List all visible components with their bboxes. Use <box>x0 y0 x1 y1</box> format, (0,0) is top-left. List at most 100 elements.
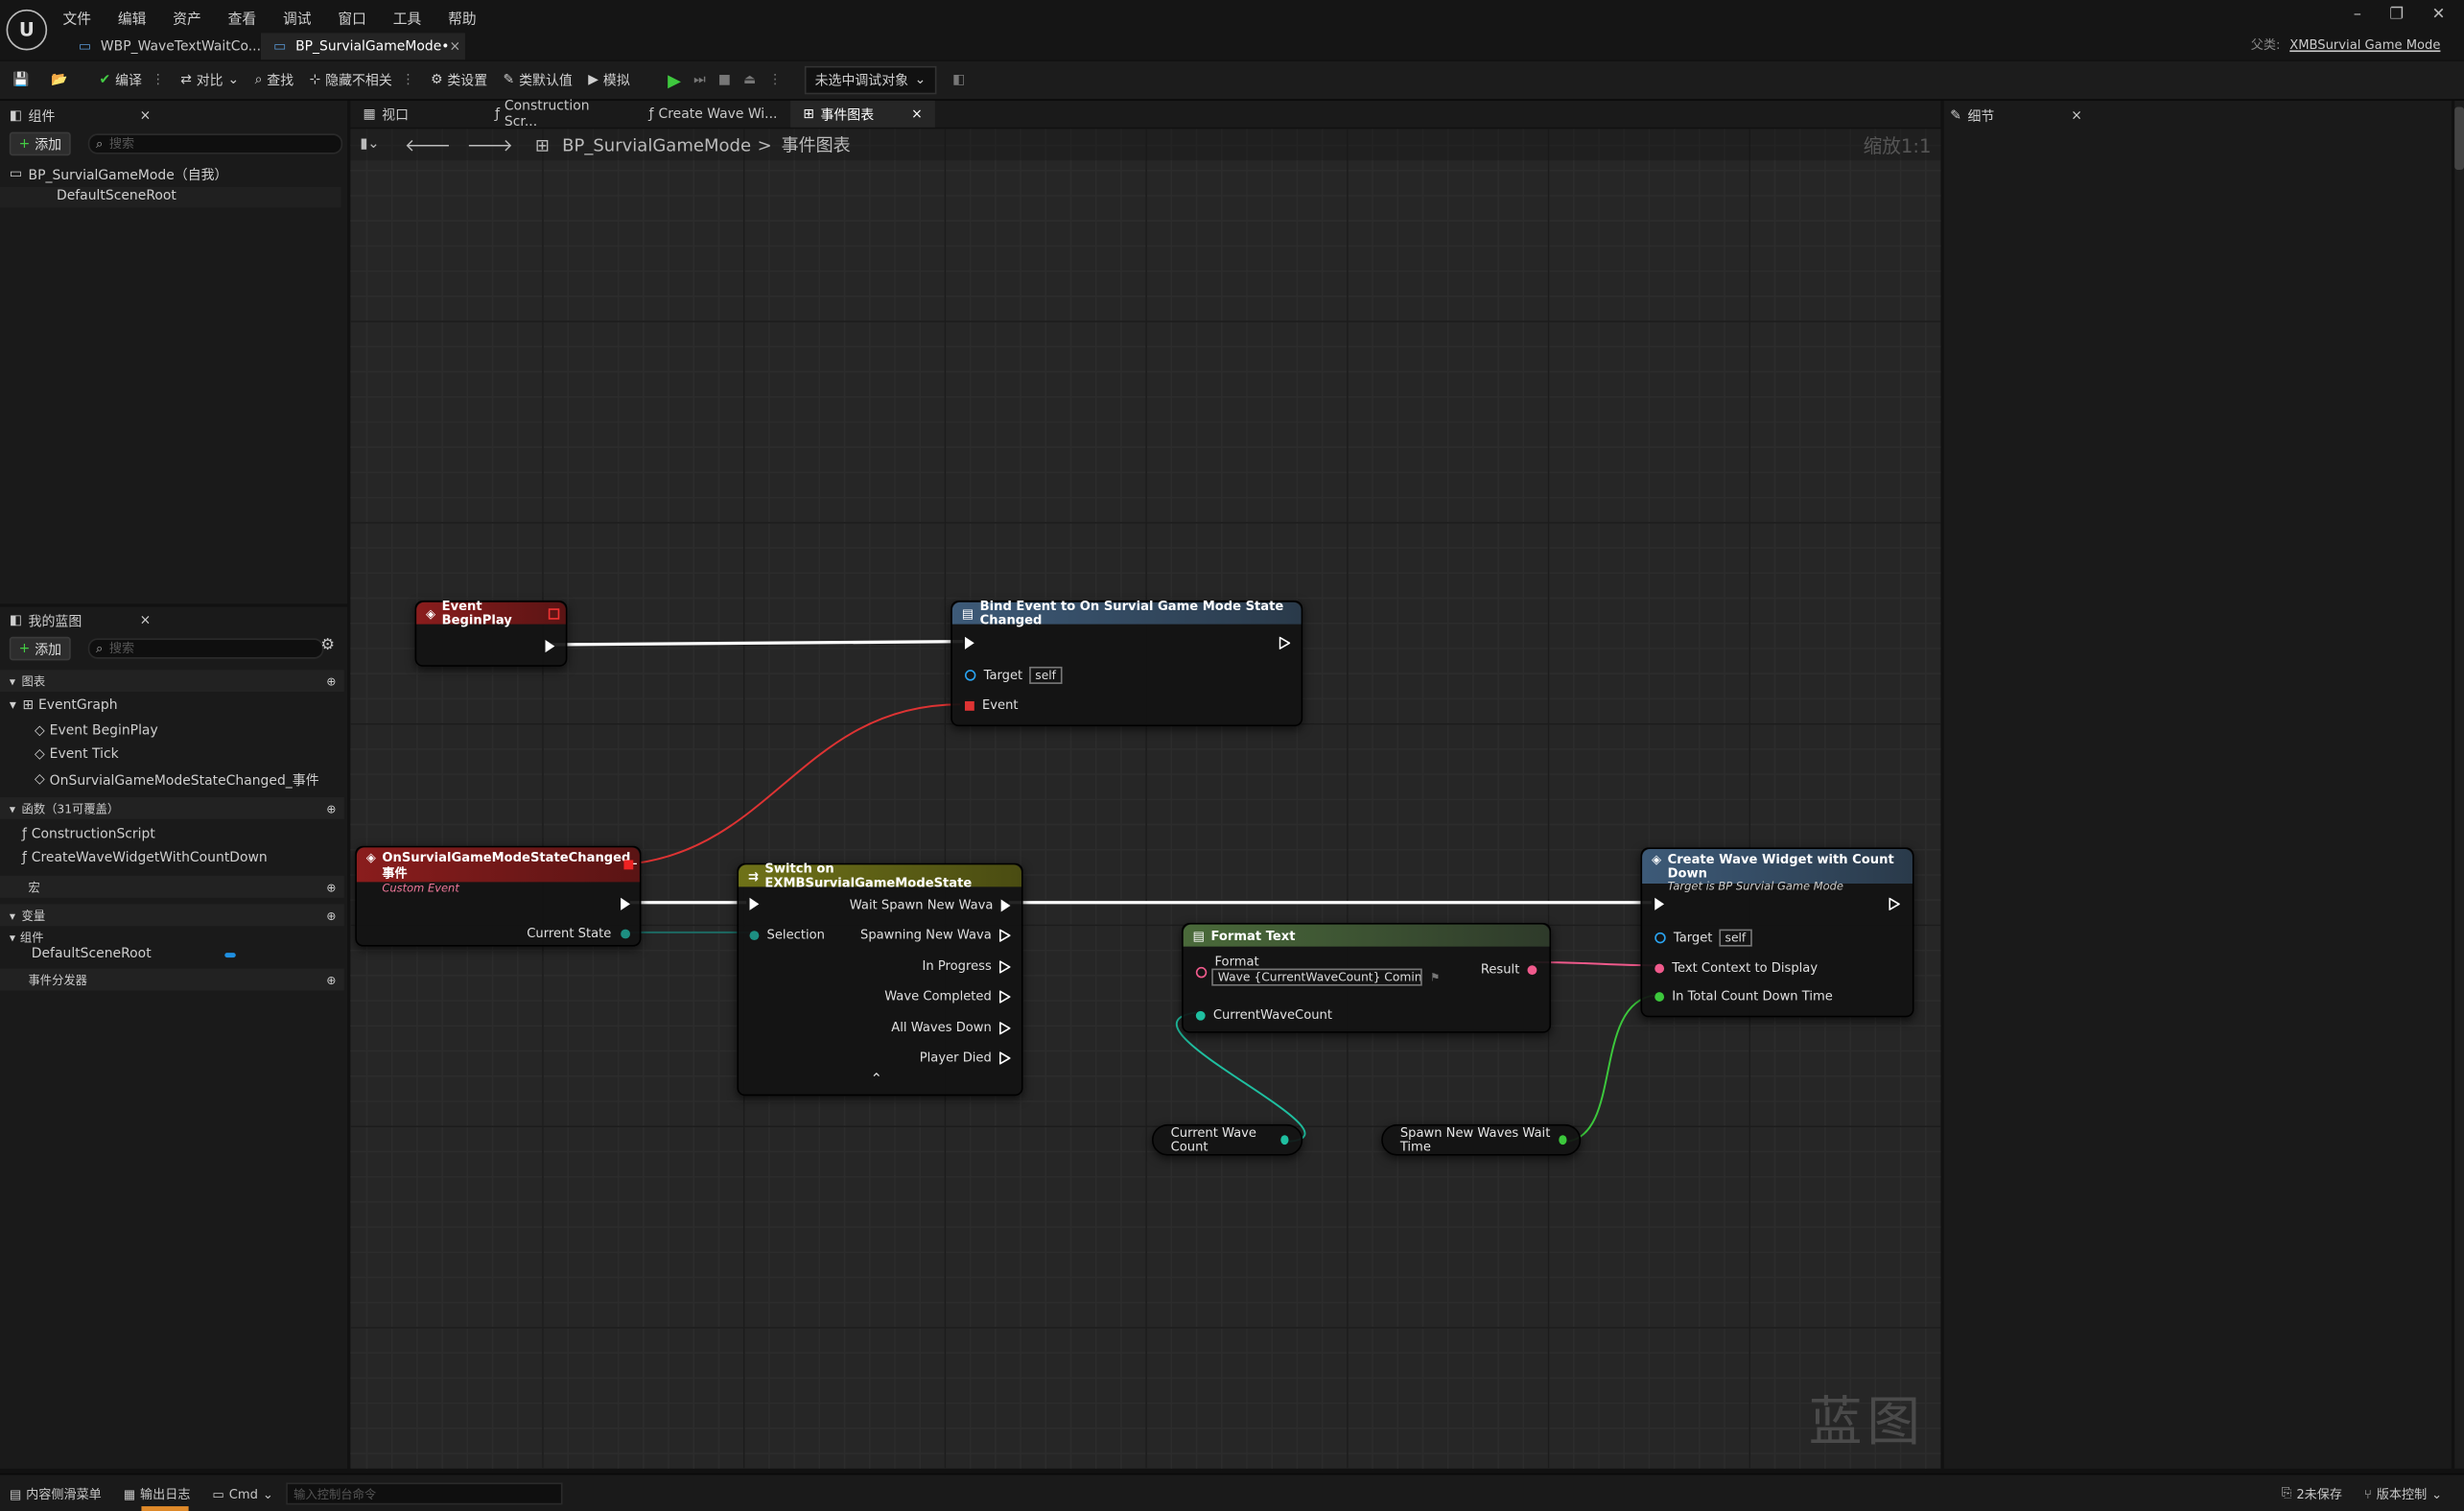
menu-edit[interactable]: 编辑 <box>118 8 147 28</box>
exec-in-pin[interactable] <box>964 636 974 649</box>
exec-out-pin[interactable] <box>1000 898 1011 911</box>
simulate-button[interactable]: ▶ 模拟 <box>588 71 630 89</box>
format-pin[interactable] <box>1195 966 1208 979</box>
debug-target-dropdown[interactable]: 未选中调试对象 ⌄ <box>804 65 937 95</box>
close-icon[interactable]: × <box>140 613 152 628</box>
event-item-beginplay[interactable]: ◇ Event BeginPlay <box>35 723 158 739</box>
exec-out-pin[interactable] <box>999 1051 1011 1064</box>
menu-asset[interactable]: 资产 <box>173 8 201 28</box>
exec-out-pin[interactable] <box>999 989 1011 1003</box>
menu-help[interactable]: 帮助 <box>448 8 477 28</box>
components-tab[interactable]: ◧ 组件 × <box>10 106 151 126</box>
flag-icon[interactable]: ⚑ <box>1430 971 1440 983</box>
exec-in-pin[interactable] <box>749 897 760 910</box>
event-item-tick[interactable]: ◇ Event Tick <box>35 746 119 762</box>
exec-out-pin[interactable] <box>1889 897 1900 910</box>
target-pin[interactable] <box>964 670 976 681</box>
doc-tab-viewport[interactable]: ▦ 视口 <box>350 105 482 124</box>
menu-view[interactable]: 查看 <box>228 8 257 28</box>
add-component-button[interactable]: + 添加 <box>9 131 71 156</box>
add-graph-icon[interactable]: ⊕ <box>326 673 336 688</box>
node-get-spawn-wait-time[interactable]: Spawn New Waves Wait Time <box>1381 1123 1582 1156</box>
close-icon[interactable]: × <box>911 106 923 122</box>
close-window-icon[interactable]: ✕ <box>2432 7 2446 24</box>
exec-out-pin[interactable] <box>999 1021 1011 1034</box>
event-item-state-changed[interactable]: ◇ OnSurvialGameModeStateChanged_事件 <box>35 770 319 790</box>
menu-file[interactable]: 文件 <box>63 8 92 28</box>
add-function-icon[interactable]: ⊕ <box>326 801 336 815</box>
exec-in-pin[interactable] <box>1654 897 1665 910</box>
eject-icon[interactable]: ⏏ <box>743 72 756 87</box>
section-functions[interactable]: ▾ 函数（31可覆盖） ⊕ <box>0 796 344 819</box>
settings-gear-icon[interactable]: ⚙ <box>320 637 335 654</box>
node-get-current-wave-count[interactable]: Current Wave Count <box>1151 1123 1303 1156</box>
add-macro-icon[interactable]: ⊕ <box>326 880 336 894</box>
variables-components-group[interactable]: ▾ 组件 <box>10 930 44 947</box>
component-self[interactable]: ▭ BP_SurvialGameMode（自我） <box>10 165 228 184</box>
result-pin[interactable] <box>1527 964 1537 975</box>
details-tab[interactable]: ✎ 细节 × <box>1950 106 2082 126</box>
exec-out-pin[interactable] <box>999 959 1011 973</box>
event-graph-item[interactable]: ▾ ⊞ EventGraph <box>10 698 118 714</box>
section-variables[interactable]: ▾ 变量 ⊕ <box>0 904 344 927</box>
save-icon[interactable]: 💾 <box>12 72 29 87</box>
target-value[interactable]: self <box>1719 929 1752 947</box>
function-item-create-wave[interactable]: ƒ CreateWaveWidgetWithCountDown <box>22 851 268 866</box>
menu-debug[interactable]: 调试 <box>283 8 312 28</box>
diff-button[interactable]: ⇄ 对比 ⌄ <box>180 71 239 89</box>
collapse-chevron-icon[interactable]: ⌃ <box>871 1073 882 1088</box>
component-default-scene-root[interactable]: DefaultSceneRoot <box>0 187 341 208</box>
text-context-pin[interactable] <box>1654 962 1665 973</box>
add-variable-icon[interactable]: ⊕ <box>326 908 336 922</box>
step-icon[interactable]: ⏭ <box>693 72 706 87</box>
compile-button[interactable]: ✔ 编译 ⋮ <box>100 71 165 89</box>
console-command-input[interactable]: 输入控制台命令 <box>285 1482 563 1505</box>
browse-icon[interactable]: 📂 <box>51 72 67 87</box>
hide-unrelated-button[interactable]: ⊹ 隐藏不相关 ⋮ <box>310 71 415 89</box>
node-switch[interactable]: ⇉ Switch on EXMBSurvialGameModeState Sel… <box>737 862 1023 1097</box>
minimize-icon[interactable]: – <box>2354 7 2361 24</box>
node-bind-event[interactable]: ▤ Bind Event to On Survial Game Mode Sta… <box>950 599 1303 727</box>
function-item-construction[interactable]: ƒ ConstructionScript <box>22 827 155 842</box>
close-icon[interactable]: × <box>450 38 461 54</box>
section-event-dispatchers[interactable]: 事件分发器 ⊕ <box>0 968 344 991</box>
current-wave-count-pin[interactable] <box>1195 1009 1206 1020</box>
event-graph-canvas[interactable]: ▮⌄ 🡐 🡒 ⊞ BP_SurvialGameMode > 事件图表 缩放1:1… <box>350 129 1941 1469</box>
node-event-beginplay[interactable]: ◈ Event BeginPlay <box>414 599 568 667</box>
unsaved-button[interactable]: ⎘ 2未保存 <box>2282 1485 2342 1502</box>
node-create-wave-widget[interactable]: ◈ Create Wave Widget with Count Down Tar… <box>1640 847 1914 1018</box>
section-graphs[interactable]: ▾ 图表 ⊕ <box>0 670 344 693</box>
delegate-pin[interactable] <box>964 700 974 710</box>
menu-tools[interactable]: 工具 <box>393 8 422 28</box>
add-dispatcher-icon[interactable]: ⊕ <box>326 973 336 987</box>
doc-tab-event-graph[interactable]: ⊞ 事件图表 × <box>790 100 935 128</box>
content-drawer-button[interactable]: ▤ 内容侧滑菜单 <box>10 1485 102 1502</box>
asset-tab-gamemode[interactable]: ▭ BP_SurvialGameMode• × <box>260 33 465 60</box>
node-format-text[interactable]: ▤ Format Text Format Wave {CurrentWaveCo… <box>1182 923 1552 1033</box>
node-custom-event[interactable]: ◈ OnSurvialGameModeStateChanged_事件 Custo… <box>355 845 642 947</box>
count-down-pin[interactable] <box>1654 991 1665 1002</box>
target-pin[interactable] <box>1654 932 1666 944</box>
close-icon[interactable]: × <box>2071 108 2082 124</box>
current-state-pin[interactable] <box>621 928 630 938</box>
doc-tab-create-wave[interactable]: ƒ Create Wave Wi... <box>637 106 791 122</box>
my-blueprint-tab[interactable]: ◧ 我的蓝图 × <box>10 612 152 630</box>
menu-window[interactable]: 窗口 <box>338 8 366 28</box>
section-macros[interactable]: 宏 ⊕ <box>0 875 344 898</box>
class-settings-button[interactable]: ⚙ 类设置 <box>431 71 487 89</box>
exec-out-pin[interactable] <box>621 897 630 910</box>
format-value-input[interactable]: Wave {CurrentWaveCount} Coming In <box>1211 968 1422 986</box>
asset-tab-wbp[interactable]: ▭ WBP_WaveTextWaitCo...• <box>66 33 269 59</box>
selection-pin[interactable] <box>749 930 760 940</box>
variable-item-default-scene-root[interactable]: DefaultSceneRoot <box>32 947 236 962</box>
exec-out-pin[interactable] <box>545 640 555 653</box>
exec-out-pin[interactable] <box>1279 636 1291 649</box>
target-value[interactable]: self <box>1028 666 1063 684</box>
wave-count-out-pin[interactable] <box>1279 1135 1289 1145</box>
vertical-scrollbar[interactable] <box>2454 100 2464 1469</box>
wait-time-out-pin[interactable] <box>1559 1135 1567 1145</box>
doc-tab-construction[interactable]: ƒ Construction Scr... <box>482 98 637 130</box>
find-button[interactable]: ⌕ 查找 <box>255 71 294 89</box>
debug-filter-icon[interactable]: ◧ <box>952 72 965 87</box>
play-button[interactable]: ▶ <box>668 70 681 90</box>
